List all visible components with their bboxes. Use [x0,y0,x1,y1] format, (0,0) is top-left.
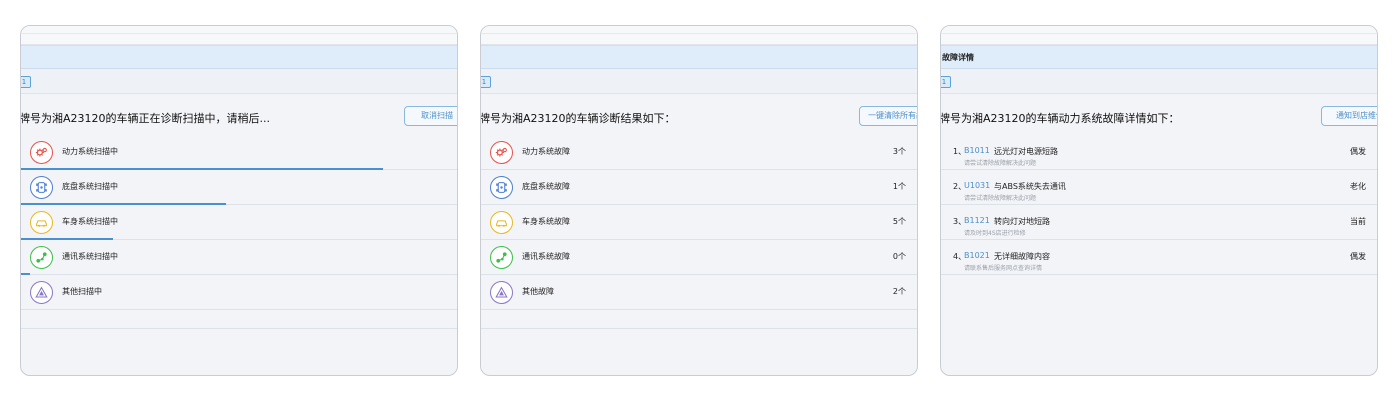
panel-header [21,45,457,69]
list-item[interactable]: 通讯系统扫描中 [21,240,457,275]
result-list: 动力系统故障 3个 底盘系统故障 1个 车身系统故障 5个 通讯系统故障 0个 [481,135,917,310]
fault-code[interactable]: U1031 [964,181,990,190]
fault-list: 1、 B1011 远光灯对电源短路 请尝试清除故障解决此问题 偶发 2、 U10… [941,135,1377,275]
row-label: 动力系统故障 [522,147,570,156]
window-top-bar [941,26,1377,45]
fault-hint: 请联系售后服务网点查询详情 [964,265,1043,272]
fault-description: 转向灯对地短路 [994,217,1050,226]
network-icon [30,246,53,269]
sub-toolbar: 1 [941,69,1377,94]
row-label: 底盘系统故障 [522,182,570,191]
sub-toolbar: 1 [21,69,457,94]
chassis-icon [490,176,513,199]
fault-hint: 请及时到4S店进行检修 [964,230,1026,237]
fault-status: 当前 [1350,217,1366,226]
cancel-scan-button[interactable]: 取消扫描 [404,106,457,126]
list-item[interactable]: 底盘系统扫描中 [21,170,457,205]
fault-status: 偶发 [1350,147,1366,156]
panel-header: 故障详情 [941,45,1377,69]
gear-icon [30,141,53,164]
fault-code[interactable]: B1121 [964,216,990,225]
warning-triangle-icon [30,281,53,304]
fault-status: 老化 [1350,182,1366,191]
car-body-icon [30,211,53,234]
page-title: 牌号为湘A23120的车辆诊断结果如下： [480,112,676,125]
divider [21,33,457,34]
row-label: 车身系统扫描中 [62,217,118,226]
divider [481,328,917,329]
fault-count: 5个 [892,217,906,226]
page-title: 牌号为湘A23120的车辆动力系统故障详情如下： [940,112,1180,125]
fault-description: 与ABS系统失去通讯 [994,182,1066,191]
fault-count: 1个 [892,182,906,191]
gear-icon [490,141,513,164]
list-item[interactable]: 3、 B1121 转向灯对地短路 请及时到4S店进行检修 当前 [941,205,1377,240]
fault-code[interactable]: B1021 [964,251,990,260]
page-tag[interactable]: 1 [941,76,951,88]
fault-status: 偶发 [1350,252,1366,261]
page-tag[interactable]: 1 [481,76,491,88]
list-item[interactable]: 底盘系统故障 1个 [481,170,917,205]
fault-hint: 请尝试清除故障解决此问题 [964,195,1037,202]
chassis-icon [30,176,53,199]
list-item[interactable]: 4、 B1021 无详细故障内容 请联系售后服务网点查询详情 偶发 [941,240,1377,275]
window-top-bar [481,26,917,45]
divider [941,33,1377,34]
list-item[interactable]: 动力系统故障 3个 [481,135,917,170]
list-item[interactable]: 其他扫描中 [21,275,457,310]
fault-code[interactable]: B1011 [964,146,990,155]
fault-detail-panel: 故障详情 1 牌号为湘A23120的车辆动力系统故障详情如下： 通知到店维修 1… [940,25,1378,376]
list-item[interactable]: 车身系统扫描中 [21,205,457,240]
network-icon [490,246,513,269]
window-top-bar [21,26,457,45]
panel-header [481,45,917,69]
fault-count: 2个 [892,287,906,296]
clear-all-faults-button[interactable]: 一键清除所有故 [859,106,917,126]
list-item[interactable]: 动力系统扫描中 [21,135,457,170]
list-item[interactable]: 通讯系统故障 0个 [481,240,917,275]
list-item[interactable]: 车身系统故障 5个 [481,205,917,240]
scan-progress-panel: 1 牌号为湘A23120的车辆正在诊断扫描中，请稍后... 取消扫描 动力系统扫… [20,25,458,376]
divider [21,328,457,329]
row-label: 动力系统扫描中 [62,147,118,156]
fault-count: 0个 [892,252,906,261]
scan-result-panel: 1 牌号为湘A23120的车辆诊断结果如下： 一键清除所有故 动力系统故障 3个… [480,25,918,376]
row-label: 其他扫描中 [62,287,102,296]
fault-count: 3个 [892,147,906,156]
fault-description: 远光灯对电源短路 [994,147,1058,156]
fault-hint: 请尝试清除故障解决此问题 [964,160,1037,167]
row-label: 通讯系统扫描中 [62,252,118,261]
list-item[interactable]: 其他故障 2个 [481,275,917,310]
page-tag[interactable]: 1 [21,76,31,88]
divider [481,33,917,34]
row-label: 车身系统故障 [522,217,570,226]
notify-repair-button[interactable]: 通知到店维修 [1321,106,1377,126]
car-body-icon [490,211,513,234]
fault-description: 无详细故障内容 [994,252,1050,261]
sub-toolbar: 1 [481,69,917,94]
warning-triangle-icon [490,281,513,304]
row-label: 其他故障 [522,287,554,296]
scan-list: 动力系统扫描中 底盘系统扫描中 车身系统扫描中 通讯系统扫描中 其他扫描中 [21,135,457,310]
row-label: 底盘系统扫描中 [62,182,118,191]
list-item[interactable]: 1、 B1011 远光灯对电源短路 请尝试清除故障解决此问题 偶发 [941,135,1377,170]
row-label: 通讯系统故障 [522,252,570,261]
page-title: 牌号为湘A23120的车辆正在诊断扫描中，请稍后... [20,112,271,125]
list-item[interactable]: 2、 U1031 与ABS系统失去通讯 请尝试清除故障解决此问题 老化 [941,170,1377,205]
